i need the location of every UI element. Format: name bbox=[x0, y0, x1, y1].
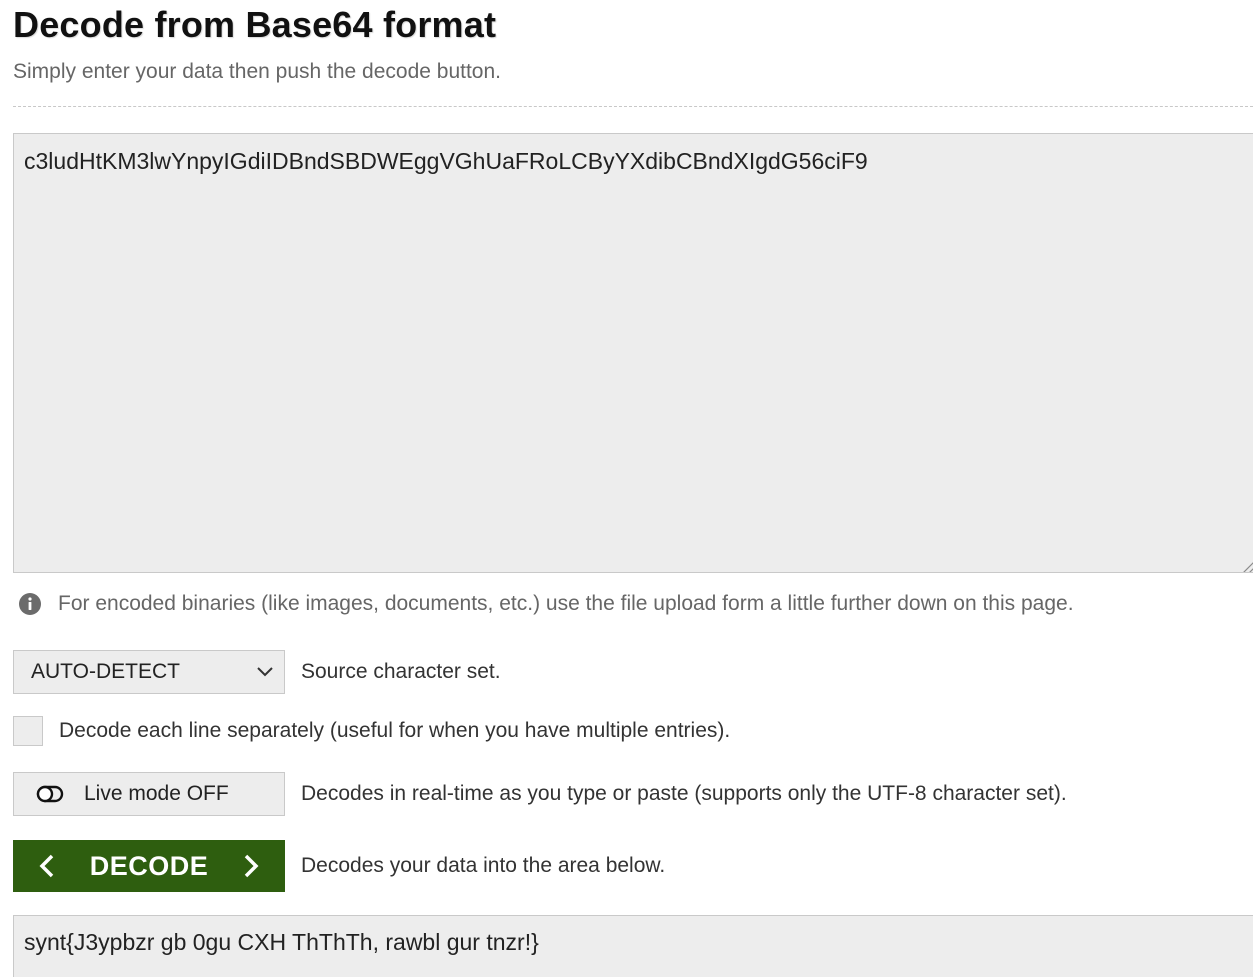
charset-selected-value: AUTO-DETECT bbox=[31, 660, 180, 683]
info-note: For encoded binaries (like images, docum… bbox=[18, 592, 1074, 616]
page-subtitle: Simply enter your data then push the dec… bbox=[13, 60, 501, 83]
input-text: c3ludHtKM3lwYnpyIGdiIDBndSBDWEggVGhUaFRo… bbox=[24, 148, 868, 174]
chevron-down-icon bbox=[256, 666, 274, 678]
per-line-checkbox[interactable] bbox=[13, 716, 43, 746]
charset-select[interactable]: AUTO-DETECT bbox=[13, 650, 285, 694]
page-title: Decode from Base64 format bbox=[13, 4, 497, 45]
live-mode-label: Live mode OFF bbox=[84, 782, 229, 805]
info-text: For encoded binaries (like images, docum… bbox=[58, 592, 1074, 615]
chevron-left-icon bbox=[39, 853, 55, 879]
chevron-right-icon bbox=[243, 853, 259, 879]
live-mode-toggle-button[interactable]: Live mode OFF bbox=[13, 772, 285, 816]
live-mode-row: Live mode OFF Decodes in real-time as yo… bbox=[13, 772, 1067, 816]
decode-row: DECODE Decodes your data into the area b… bbox=[13, 840, 665, 892]
live-mode-description: Decodes in real-time as you type or past… bbox=[301, 782, 1067, 805]
decode-button-label: DECODE bbox=[89, 850, 209, 881]
output-text: synt{J3ypbzr gb 0gu CXH ThThTh, rawbl gu… bbox=[24, 929, 539, 955]
info-icon bbox=[18, 592, 42, 616]
divider bbox=[13, 106, 1253, 107]
per-line-label: Decode each line separately (useful for … bbox=[59, 719, 731, 742]
decode-page: Decode from Base64 format Simply enter y… bbox=[0, 0, 1253, 977]
per-line-row: Decode each line separately (useful for … bbox=[13, 716, 730, 746]
decoded-output-textarea[interactable]: synt{J3ypbzr gb 0gu CXH ThThTh, rawbl gu… bbox=[13, 915, 1253, 977]
decode-button[interactable]: DECODE bbox=[13, 840, 285, 892]
toggle-off-icon bbox=[36, 784, 64, 804]
charset-row: AUTO-DETECT Source character set. bbox=[13, 650, 501, 694]
resize-grip-icon[interactable] bbox=[1239, 554, 1253, 572]
base64-input-textarea[interactable]: c3ludHtKM3lwYnpyIGdiIDBndSBDWEggVGhUaFRo… bbox=[13, 133, 1253, 573]
charset-description: Source character set. bbox=[301, 660, 501, 683]
decode-description: Decodes your data into the area below. bbox=[301, 854, 666, 877]
